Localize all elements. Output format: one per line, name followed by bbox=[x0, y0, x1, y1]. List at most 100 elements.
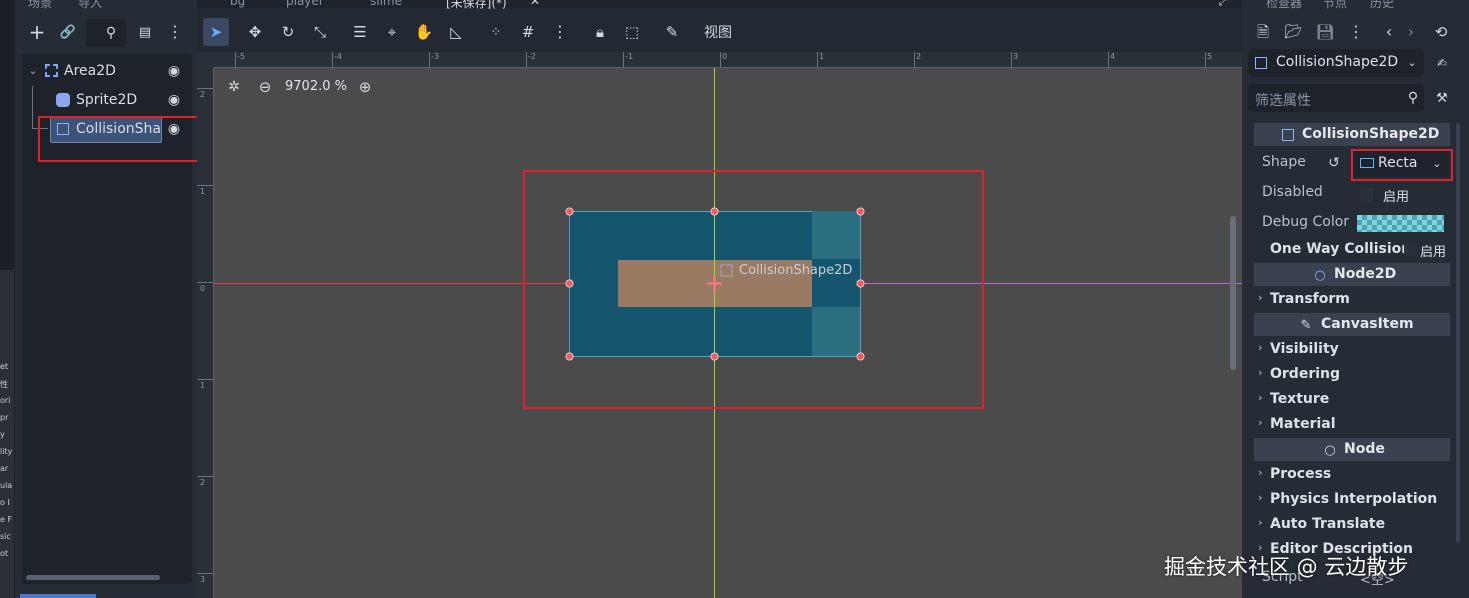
category-physics-interpolation[interactable]: › Physics Interpolation bbox=[1256, 489, 1452, 511]
tab-scene[interactable]: 场景 bbox=[28, 0, 52, 10]
open-folder-icon[interactable]: 📂︎ bbox=[1284, 22, 1302, 42]
back-icon[interactable]: ‹ bbox=[1382, 22, 1396, 42]
one-way-collision-checkbox[interactable] bbox=[1404, 243, 1417, 256]
chevron-down-icon[interactable]: ⌄ bbox=[26, 62, 40, 78]
left-edge-strip: et 性 ori pr y lity ar ula o I e F sic ot bbox=[0, 0, 14, 598]
collisionshape2d-icon bbox=[1282, 129, 1294, 141]
category-label: Texture bbox=[1270, 391, 1330, 407]
ruler-corner bbox=[197, 52, 214, 68]
ruler-icon[interactable]: ◺ bbox=[447, 22, 465, 42]
ruler-tick-mark bbox=[197, 88, 213, 89]
category-process[interactable]: › Process bbox=[1256, 464, 1452, 486]
pan-hand-icon[interactable]: ✋ bbox=[415, 22, 434, 42]
class-header-collisionshape2d: CollisionShape2D bbox=[1254, 123, 1450, 146]
debug-color-swatch[interactable] bbox=[1357, 215, 1444, 232]
zoom-in-icon[interactable]: ⊕ bbox=[356, 78, 374, 96]
editor-tab-slime[interactable]: slime bbox=[370, 0, 402, 8]
ruler-left: 2 1 0 1 2 3 bbox=[197, 68, 214, 598]
chevron-right-icon: › bbox=[1258, 291, 1263, 304]
section-node[interactable]: ○ Node bbox=[1254, 438, 1450, 461]
pointer-icon: ➤ bbox=[209, 22, 223, 41]
viewport-scrollbar[interactable] bbox=[1230, 216, 1236, 370]
prop-label: Shape bbox=[1262, 154, 1306, 170]
grid-snap-icon[interactable]: # bbox=[519, 22, 537, 42]
tree-item-sprite2d[interactable]: Sprite2D ◉ bbox=[24, 87, 190, 113]
group-icon[interactable]: ⬚ bbox=[623, 22, 641, 42]
category-material[interactable]: › Material bbox=[1256, 414, 1452, 436]
more-menu-icon[interactable]: ⋮ bbox=[167, 22, 183, 42]
tab-node[interactable]: 节点 bbox=[1323, 0, 1347, 10]
collisionshape2d-icon bbox=[1255, 57, 1267, 69]
ruler-tick-mark bbox=[197, 476, 213, 477]
more-menu-icon[interactable]: ⋮ bbox=[1348, 22, 1364, 42]
ruler-tick-label: -4 bbox=[334, 52, 342, 61]
view-menu[interactable]: 视图 bbox=[704, 22, 732, 42]
scale-icon[interactable]: ⤡ bbox=[311, 22, 329, 42]
forward-icon[interactable]: › bbox=[1404, 22, 1418, 42]
annotation-highlight-box bbox=[1351, 149, 1453, 181]
editor-tab-unsaved[interactable]: [未保存](*) bbox=[446, 0, 507, 10]
category-transform[interactable]: › Transform bbox=[1256, 289, 1452, 311]
section-canvasitem[interactable]: ✎ CanvasItem bbox=[1254, 313, 1450, 336]
category-ordering[interactable]: › Ordering bbox=[1256, 364, 1452, 386]
chevron-down-icon: ⌄ bbox=[1407, 55, 1417, 69]
editor-tab-bg[interactable]: bg bbox=[230, 0, 245, 8]
ruler-tick-label: 2 bbox=[916, 52, 922, 61]
tree-item-area2d[interactable]: ⌄ Area2D ◉ bbox=[24, 58, 190, 84]
node-selector[interactable]: CollisionShape2D ⌄ bbox=[1248, 49, 1424, 77]
chevron-right-icon: › bbox=[1258, 366, 1263, 379]
add-node-icon[interactable]: + bbox=[27, 22, 47, 42]
center-view-icon[interactable]: ✲ bbox=[225, 78, 243, 96]
more-menu-icon[interactable]: ⋮ bbox=[552, 22, 568, 42]
section-node2d[interactable]: ○ Node2D bbox=[1254, 263, 1450, 286]
zoom-out-icon[interactable]: ⊖ bbox=[256, 78, 274, 96]
ruler-tick-label: 5 bbox=[1207, 52, 1213, 61]
ruler-tick-label: 3 bbox=[1013, 52, 1019, 61]
bone-icon[interactable]: ✎ bbox=[663, 22, 681, 42]
section-label: Node2D bbox=[1334, 266, 1397, 282]
docs-icon[interactable]: ✍ bbox=[1432, 53, 1452, 73]
edge-text-fragment: pr bbox=[0, 413, 9, 422]
category-auto-translate[interactable]: › Auto Translate bbox=[1256, 514, 1452, 536]
attach-script-icon[interactable]: ▤ bbox=[136, 22, 154, 42]
visibility-eye-icon[interactable]: ◉ bbox=[165, 62, 183, 80]
ruler-tick-mark bbox=[197, 573, 213, 574]
edge-text-fragment: lity bbox=[0, 447, 13, 456]
fullscreen-icon[interactable]: ⤢ bbox=[1216, 0, 1230, 7]
lock-icon[interactable]: 🔒︎ bbox=[591, 22, 609, 42]
property-tools-icon[interactable]: ⚒ bbox=[1432, 88, 1452, 108]
pivot-icon[interactable]: ⌖ bbox=[383, 22, 401, 42]
move-icon[interactable]: ✥ bbox=[246, 22, 264, 42]
disabled-checkbox-label: 启用 bbox=[1383, 190, 1410, 205]
tab-import[interactable]: 导入 bbox=[78, 0, 102, 10]
list-select-icon[interactable]: ☰ bbox=[351, 22, 369, 42]
disabled-checkbox[interactable] bbox=[1360, 188, 1373, 201]
close-icon[interactable]: ✕ bbox=[528, 0, 542, 7]
save-icon[interactable]: 💾︎ bbox=[1315, 22, 1334, 42]
link-icon[interactable]: 🔗 bbox=[58, 22, 78, 42]
revert-icon[interactable]: ↺ bbox=[1326, 153, 1342, 173]
rotate-icon[interactable]: ↻ bbox=[279, 22, 297, 42]
filter-properties-input[interactable]: 筛选属性 ⚲ bbox=[1248, 84, 1424, 112]
smart-snap-icon[interactable]: ⁘ bbox=[487, 22, 505, 42]
ruler-tick-label: 4 bbox=[1110, 52, 1116, 61]
ruler-tick-label: -2 bbox=[528, 52, 536, 61]
tab-inspector[interactable]: 检查器 bbox=[1266, 0, 1302, 10]
zoom-level[interactable]: 9702.0 % bbox=[285, 79, 347, 94]
tree-item-label: Sprite2D bbox=[76, 92, 138, 108]
prop-disabled: Disabled bbox=[1256, 181, 1452, 205]
section-label: Node bbox=[1344, 441, 1385, 457]
new-resource-icon[interactable]: 🗎 bbox=[1254, 22, 1272, 42]
category-label: Visibility bbox=[1270, 341, 1339, 357]
edge-text-fragment: ot bbox=[0, 549, 9, 558]
tab-history[interactable]: 历史 bbox=[1370, 0, 1394, 10]
inspector-scrollbar[interactable] bbox=[1456, 123, 1460, 543]
visibility-eye-icon[interactable]: ◉ bbox=[165, 91, 183, 109]
editor-tab-player[interactable]: player bbox=[286, 0, 324, 8]
ruler-tick-label: 1 bbox=[200, 381, 206, 390]
scene-tree-scrollbar[interactable] bbox=[26, 575, 160, 580]
category-texture[interactable]: › Texture bbox=[1256, 389, 1452, 411]
category-label: Process bbox=[1270, 466, 1332, 482]
history-icon[interactable]: ⟲ bbox=[1432, 22, 1450, 42]
category-visibility[interactable]: › Visibility bbox=[1256, 339, 1452, 361]
